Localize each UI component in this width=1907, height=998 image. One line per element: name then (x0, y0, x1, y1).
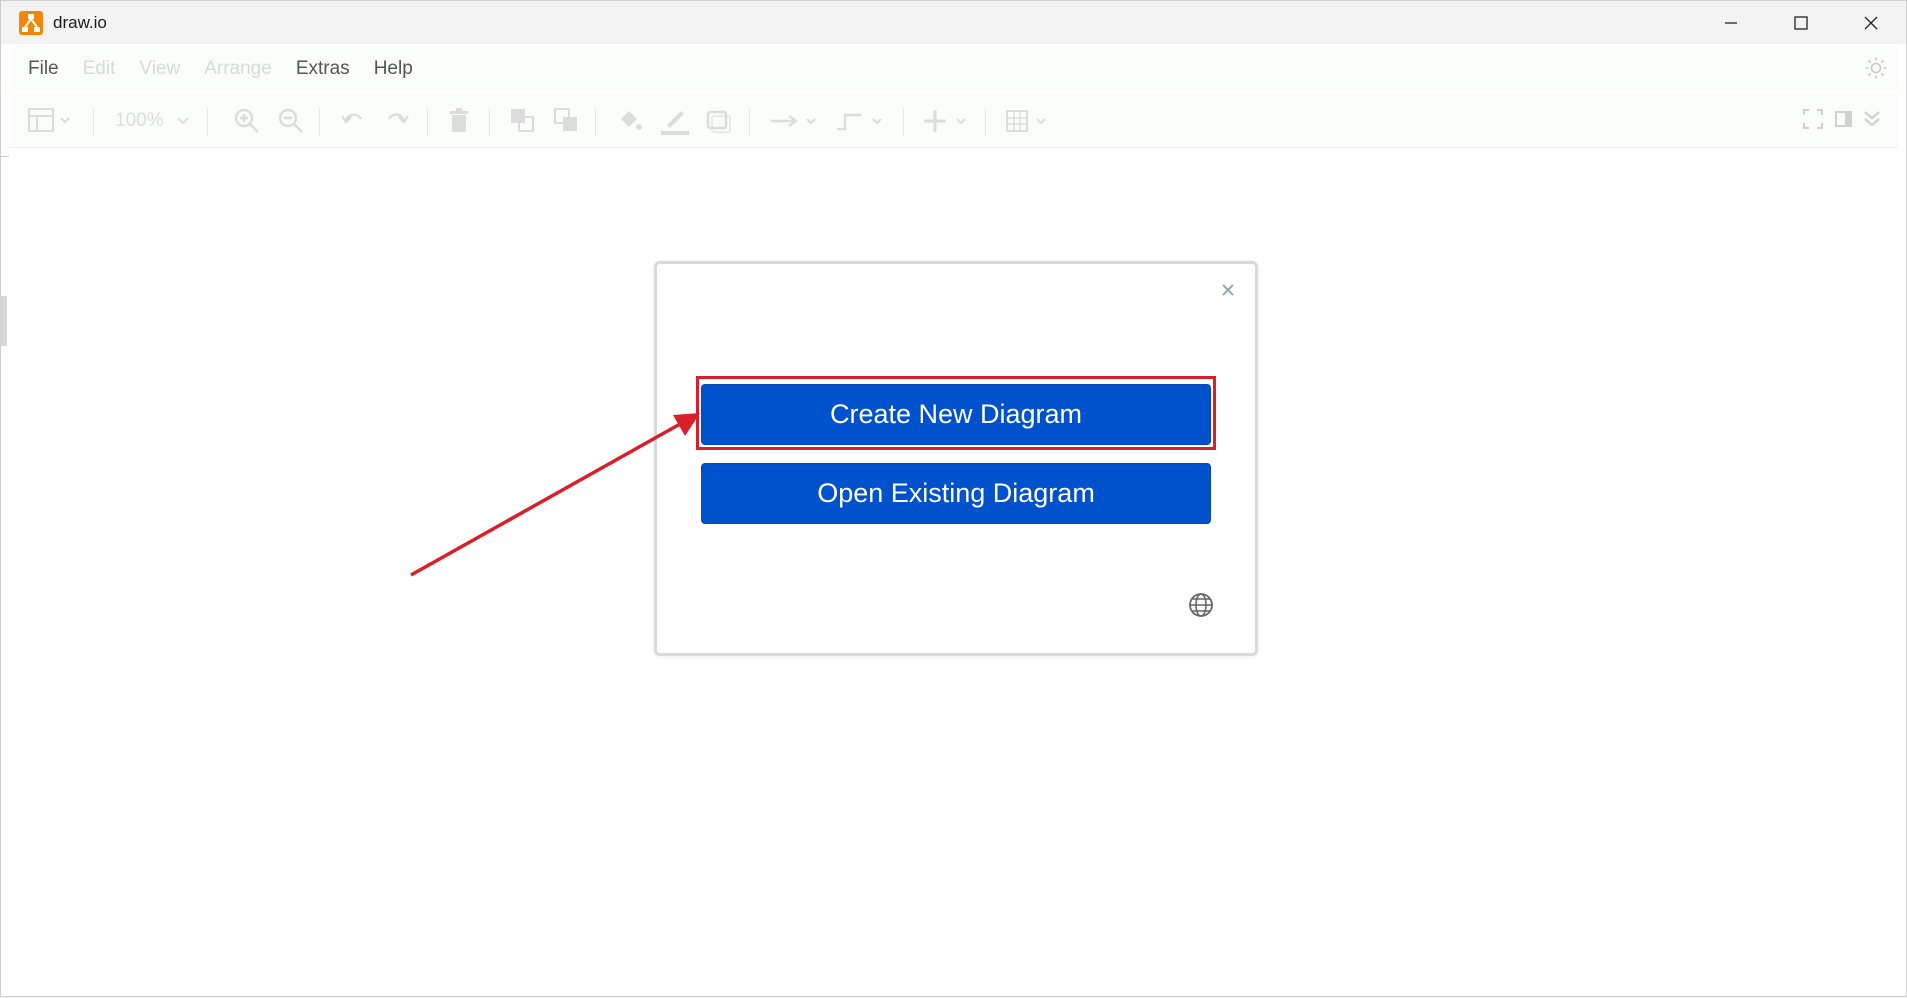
open-existing-diagram-button[interactable]: Open Existing Diagram (701, 463, 1211, 524)
waypoints-icon[interactable] (835, 107, 887, 140)
toolbar-separator (595, 108, 596, 136)
maximize-icon (1794, 15, 1808, 30)
menu-bar: File Edit View Arrange Extras Help (9, 46, 1898, 91)
table-icon[interactable] (1005, 107, 1057, 140)
zoom-out-icon[interactable] (277, 107, 305, 140)
toolbar-separator (207, 108, 208, 136)
title-bar: draw.io (1, 1, 1906, 44)
shadow-icon[interactable] (705, 107, 733, 140)
dialog-close-button[interactable] (1217, 279, 1239, 301)
zoom-in-icon[interactable] (233, 107, 261, 140)
menu-arrange[interactable]: Arrange (204, 58, 272, 80)
to-back-icon[interactable] (553, 107, 581, 140)
left-panel-edge (1, 156, 9, 157)
format-panel-toggle-icon[interactable] (1833, 107, 1855, 136)
collapse-chevrons-icon[interactable] (1861, 107, 1883, 136)
toolbar-separator (985, 108, 986, 136)
toolbar-separator (319, 108, 320, 136)
zoom-level[interactable]: 100% (115, 110, 164, 132)
toolbar: 100% (9, 94, 1898, 148)
close-icon (1222, 284, 1234, 296)
delete-trash-icon[interactable] (447, 107, 471, 140)
maximize-button[interactable] (1766, 1, 1836, 44)
create-new-diagram-button[interactable]: Create New Diagram (701, 384, 1211, 445)
window-title: draw.io (53, 12, 107, 32)
close-window-button[interactable] (1836, 1, 1906, 44)
start-dialog: Create New Diagram Open Existing Diagram (654, 261, 1258, 656)
drawio-logo-icon (19, 10, 43, 35)
minimize-icon (1725, 21, 1737, 24)
menu-extras[interactable]: Extras (296, 58, 350, 80)
toolbar-separator (749, 108, 750, 136)
chevron-down-icon[interactable] (177, 113, 189, 131)
menu-edit[interactable]: Edit (83, 58, 116, 80)
menu-file[interactable]: File (28, 58, 59, 80)
to-front-icon[interactable] (509, 107, 537, 140)
window-controls (1696, 1, 1906, 44)
redo-icon[interactable] (383, 107, 411, 140)
toolbar-separator (489, 108, 490, 136)
toolbar-separator (427, 108, 428, 136)
format-panel-icon[interactable] (27, 107, 73, 140)
app-window: draw.io File Edit View Arrange Extras He… (0, 0, 1907, 997)
toolbar-separator (93, 108, 94, 136)
menu-help[interactable]: Help (374, 58, 413, 80)
undo-icon[interactable] (339, 107, 367, 140)
left-panel-scroll-handle[interactable] (1, 296, 7, 346)
fullscreen-icon[interactable] (1801, 107, 1825, 136)
minimize-button[interactable] (1696, 1, 1766, 44)
fill-color-icon[interactable] (615, 107, 643, 140)
language-globe-icon[interactable] (1187, 591, 1215, 619)
line-color-icon[interactable] (659, 107, 691, 140)
toolbar-separator (903, 108, 904, 136)
close-icon (1864, 16, 1878, 29)
connection-style-icon[interactable] (769, 107, 821, 140)
insert-plus-icon[interactable] (923, 107, 975, 140)
menu-view[interactable]: View (139, 58, 180, 80)
theme-sun-icon[interactable] (1864, 56, 1888, 85)
